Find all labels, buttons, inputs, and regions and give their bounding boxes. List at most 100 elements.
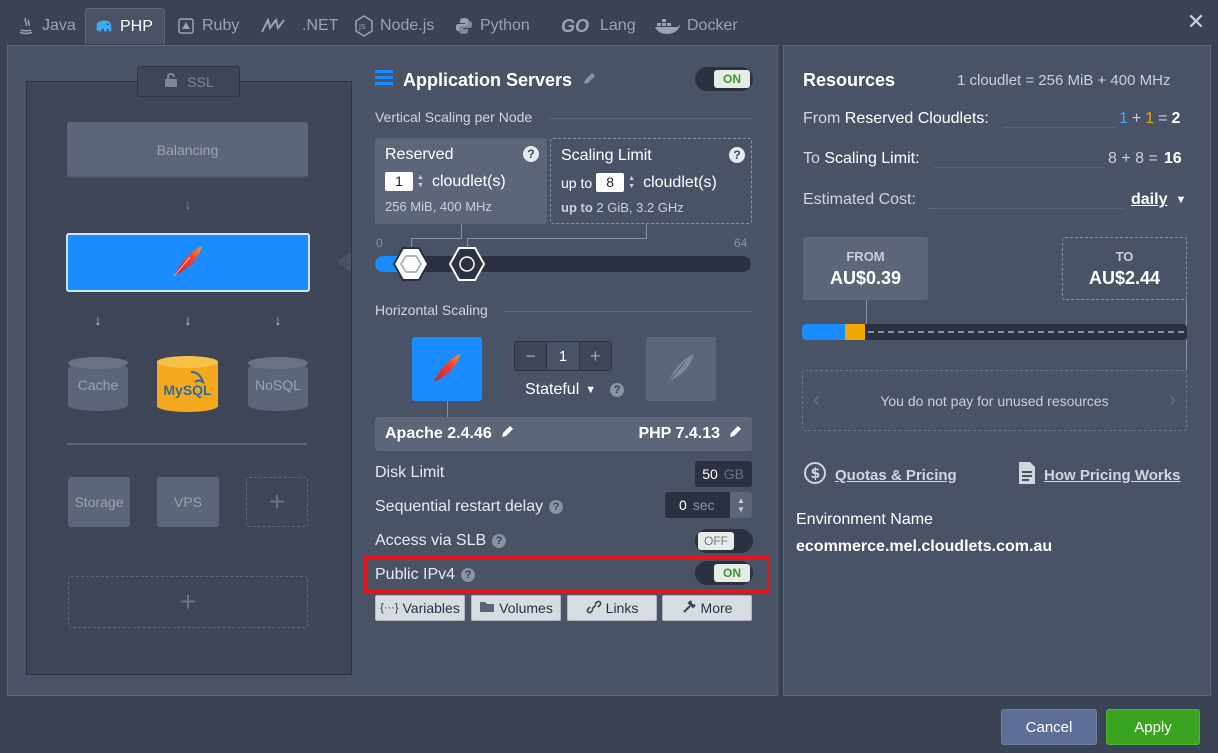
menu-icon[interactable] bbox=[375, 70, 393, 91]
limit-value[interactable]: 8 bbox=[596, 173, 625, 192]
horizontal-scaling-label: Horizontal Scaling bbox=[375, 302, 488, 318]
php-node-button[interactable] bbox=[646, 337, 716, 401]
quotas-link-text[interactable]: Quotas & Pricing bbox=[835, 467, 957, 484]
edit-pencil-icon[interactable] bbox=[500, 425, 514, 444]
stepper-arrows-icon[interactable]: ▲ ▼ bbox=[730, 492, 752, 518]
disk-value[interactable]: 50 bbox=[702, 466, 718, 482]
chevron-down-icon: ▼ bbox=[585, 384, 597, 396]
reserved-title: Reserved bbox=[385, 146, 454, 163]
arrow-down-icon: ↓ bbox=[94, 312, 102, 328]
connector bbox=[411, 238, 462, 239]
limit-prefix: up to bbox=[561, 174, 593, 191]
section-title: Application Servers bbox=[403, 70, 573, 90]
tab-dotnet[interactable]: .NET bbox=[252, 8, 346, 44]
slb-toggle[interactable]: OFF bbox=[695, 529, 753, 553]
node-count[interactable]: 1 bbox=[546, 342, 580, 370]
tab-go-lang[interactable]: GO Lang bbox=[548, 8, 644, 44]
add-node-button[interactable]: + bbox=[246, 477, 308, 527]
application-server-node[interactable] bbox=[66, 233, 310, 292]
mysql-node[interactable]: MySQL bbox=[157, 356, 218, 412]
chevron-left-icon[interactable]: ‹ bbox=[813, 389, 820, 412]
tab-docker[interactable]: Docker bbox=[645, 8, 746, 44]
reserved-value[interactable]: 1 bbox=[385, 172, 413, 191]
apache-node-button[interactable] bbox=[412, 337, 482, 401]
reserved-total: 2 bbox=[1171, 110, 1181, 127]
connector bbox=[467, 238, 647, 239]
ssl-button[interactable]: SSL bbox=[137, 66, 240, 97]
edit-pencil-icon[interactable] bbox=[582, 70, 596, 91]
environment-name-label: Environment Name bbox=[796, 511, 933, 528]
dotnet-icon bbox=[260, 16, 296, 36]
apply-button[interactable]: Apply bbox=[1106, 709, 1200, 745]
tab-label: Java bbox=[42, 17, 76, 34]
help-icon[interactable]: ? bbox=[523, 146, 539, 162]
toggle-label: OFF bbox=[698, 532, 734, 550]
toggle-label: ON bbox=[714, 70, 750, 88]
tab-label: Docker bbox=[687, 17, 738, 34]
help-icon[interactable]: ? bbox=[492, 534, 507, 548]
quotas-pricing-link[interactable]: $ Quotas & Pricing bbox=[803, 461, 957, 489]
limit-slider-handle[interactable] bbox=[448, 246, 486, 282]
add-layer-button[interactable]: + bbox=[68, 576, 308, 628]
vps-node[interactable]: VPS bbox=[157, 477, 219, 527]
period-dropdown[interactable]: daily ▼ bbox=[1131, 191, 1186, 209]
stepper-arrows-icon[interactable]: ▲ ▼ bbox=[628, 175, 635, 191]
apache-version[interactable]: Apache 2.4.46 bbox=[385, 425, 514, 444]
reserved-stepper[interactable]: 1 ▲ ▼ bbox=[385, 172, 428, 191]
pricing-link-text[interactable]: How Pricing Works bbox=[1044, 467, 1180, 484]
environment-name-value[interactable]: ecommerce.mel.cloudlets.com.au bbox=[796, 538, 1052, 556]
tab-ruby[interactable]: Ruby bbox=[168, 8, 247, 44]
balancing-node[interactable]: Balancing bbox=[67, 122, 308, 178]
variables-icon: {···} bbox=[380, 602, 399, 614]
stepper-arrows-icon[interactable]: ▲ ▼ bbox=[417, 174, 424, 190]
help-icon[interactable]: ? bbox=[610, 383, 625, 397]
connector bbox=[866, 300, 867, 326]
how-pricing-works-link[interactable]: How Pricing Works bbox=[1018, 461, 1180, 489]
restart-delay-field[interactable]: 0 sec ▲ ▼ bbox=[665, 492, 752, 518]
slider-max: 64 bbox=[734, 236, 748, 250]
cost-from-box: FROM AU$0.39 bbox=[803, 237, 928, 300]
nosql-node[interactable]: NoSQL bbox=[248, 357, 308, 413]
lock-icon bbox=[163, 72, 179, 91]
stateful-dropdown[interactable]: Stateful ▼ ? bbox=[525, 381, 625, 399]
wrench-icon bbox=[682, 599, 697, 617]
slider-min: 0 bbox=[376, 236, 383, 250]
links-label: Links bbox=[605, 600, 639, 616]
tab-java[interactable]: Java bbox=[8, 8, 84, 44]
variables-button[interactable]: {···} Variables bbox=[375, 595, 465, 621]
increment-button[interactable]: + bbox=[580, 342, 611, 370]
more-button[interactable]: More bbox=[662, 595, 752, 621]
volumes-button[interactable]: Volumes bbox=[471, 595, 561, 621]
chevron-right-icon[interactable]: › bbox=[1169, 389, 1176, 412]
cancel-button[interactable]: Cancel bbox=[1001, 709, 1097, 745]
mysql-label: MySQL bbox=[163, 382, 212, 398]
tab-php[interactable]: PHP bbox=[85, 8, 165, 44]
storage-node[interactable]: Storage bbox=[68, 477, 130, 527]
edit-pencil-icon[interactable] bbox=[728, 425, 742, 444]
links-button[interactable]: Links bbox=[567, 595, 657, 621]
from-value: AU$0.39 bbox=[829, 267, 902, 288]
close-icon[interactable]: ✕ bbox=[1184, 8, 1208, 36]
connector bbox=[447, 401, 448, 417]
limit-stepper[interactable]: 8 ▲ ▼ bbox=[596, 173, 639, 192]
restart-value[interactable]: 0 bbox=[679, 497, 687, 513]
disk-limit-field[interactable]: 50 GB bbox=[695, 461, 752, 487]
slb-text: Access via SLB bbox=[375, 532, 487, 549]
reserved-slider-handle[interactable] bbox=[392, 246, 430, 282]
app-servers-toggle[interactable]: ON bbox=[695, 67, 753, 91]
divider bbox=[67, 443, 307, 445]
tab-nodejs[interactable]: JS Node.js bbox=[346, 8, 442, 44]
dotted-leader bbox=[935, 167, 1103, 168]
tab-python[interactable]: Python bbox=[446, 8, 538, 44]
limit-unit: cloudlet(s) bbox=[643, 173, 717, 191]
equals-sign: = bbox=[1158, 110, 1168, 127]
node-count-stepper[interactable]: − 1 + bbox=[514, 341, 612, 371]
cache-node[interactable]: Cache bbox=[68, 357, 128, 413]
highlight-box bbox=[364, 556, 770, 593]
cloudlet-slider[interactable] bbox=[375, 256, 751, 272]
reserved-meta: 256 MiB, 400 MHz bbox=[385, 199, 492, 214]
help-icon[interactable]: ? bbox=[549, 500, 564, 514]
help-icon[interactable]: ? bbox=[729, 147, 745, 163]
decrement-button[interactable]: − bbox=[515, 342, 546, 370]
php-version[interactable]: PHP 7.4.13 bbox=[638, 425, 742, 444]
